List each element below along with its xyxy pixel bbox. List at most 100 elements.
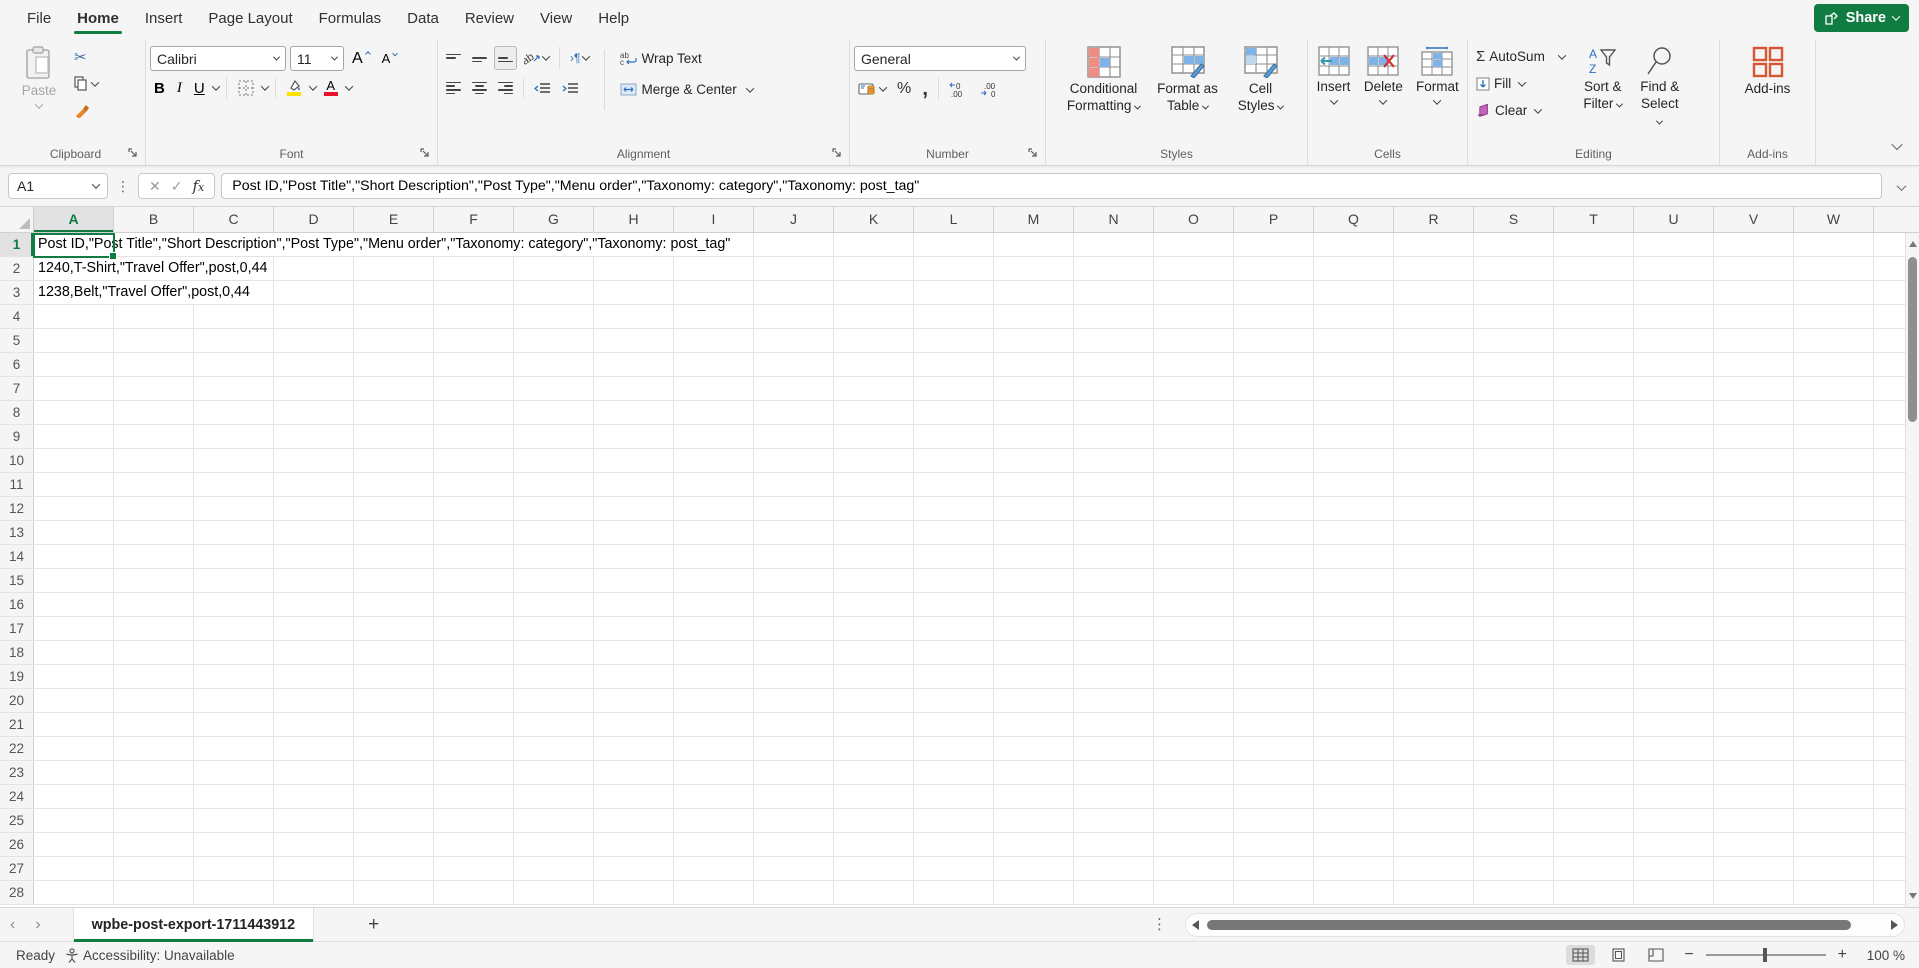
autosum-button[interactable]: Σ AutoSum bbox=[1472, 44, 1569, 69]
increase-font-size-button[interactable]: A bbox=[348, 47, 374, 71]
borders-button[interactable] bbox=[234, 76, 258, 100]
fill-button[interactable]: Fill bbox=[1472, 71, 1569, 96]
row-header-12[interactable]: 12 bbox=[0, 497, 34, 520]
menu-tab-home[interactable]: Home bbox=[64, 2, 132, 35]
grid-cells-row-19[interactable] bbox=[34, 665, 1919, 688]
row-header-10[interactable]: 10 bbox=[0, 449, 34, 472]
underline-button[interactable]: U bbox=[190, 76, 209, 100]
grid-cells-row-12[interactable] bbox=[34, 497, 1919, 520]
scroll-right-icon[interactable] bbox=[1891, 920, 1898, 930]
name-box[interactable]: A1 bbox=[8, 173, 108, 199]
vertical-scrollbar[interactable] bbox=[1905, 233, 1919, 907]
increase-decimal-button[interactable]: 0.00 bbox=[945, 77, 973, 101]
page-break-preview-button[interactable] bbox=[1642, 945, 1670, 965]
next-sheet-button[interactable]: › bbox=[25, 914, 50, 936]
column-header-M[interactable]: M bbox=[994, 207, 1074, 232]
find-select-button[interactable]: Find & Select bbox=[1631, 40, 1689, 136]
row-header-28[interactable]: 28 bbox=[0, 881, 34, 904]
row-header-26[interactable]: 26 bbox=[0, 833, 34, 856]
format-cells-button[interactable]: Format bbox=[1410, 40, 1464, 136]
number-format-select[interactable]: General bbox=[854, 46, 1026, 71]
align-right-button[interactable] bbox=[494, 76, 517, 100]
grid-cells-row-2[interactable]: 1240,T-Shirt,"Travel Offer",post,0,44 bbox=[34, 257, 1919, 280]
format-cells-chevron-icon[interactable] bbox=[1433, 96, 1442, 105]
expand-formula-bar-button[interactable] bbox=[1892, 175, 1911, 198]
fill-color-button[interactable] bbox=[283, 76, 306, 100]
grid-cells-row-13[interactable] bbox=[34, 521, 1919, 544]
grid-cells-row-20[interactable] bbox=[34, 689, 1919, 712]
grid-cells-row-6[interactable] bbox=[34, 353, 1919, 376]
alignment-dialog-launcher[interactable] bbox=[832, 148, 843, 159]
font-size-select[interactable]: 11 bbox=[290, 46, 344, 71]
column-header-N[interactable]: N bbox=[1074, 207, 1154, 232]
vertical-scroll-thumb[interactable] bbox=[1908, 257, 1917, 422]
enter-formula-icon[interactable]: ✓ bbox=[171, 178, 183, 195]
zoom-in-button[interactable]: + bbox=[1834, 946, 1851, 964]
orientation-chevron-icon[interactable] bbox=[541, 52, 551, 61]
column-header-R[interactable]: R bbox=[1394, 207, 1474, 232]
find-select-chevron-icon[interactable] bbox=[1656, 117, 1664, 125]
text-direction-button[interactable]: ›¶ bbox=[566, 46, 593, 70]
italic-button[interactable]: I bbox=[173, 76, 186, 100]
row-header-22[interactable]: 22 bbox=[0, 737, 34, 760]
horizontal-scroll-thumb[interactable] bbox=[1207, 920, 1851, 930]
column-header-T[interactable]: T bbox=[1554, 207, 1634, 232]
column-header-I[interactable]: I bbox=[674, 207, 754, 232]
accounting-chevron-icon[interactable] bbox=[878, 83, 888, 92]
increase-indent-button[interactable] bbox=[558, 76, 583, 100]
borders-chevron-icon[interactable] bbox=[260, 82, 269, 91]
delete-cells-chevron-icon[interactable] bbox=[1379, 96, 1388, 105]
merge-center-chevron-icon[interactable] bbox=[745, 83, 754, 93]
zoom-slider-handle[interactable] bbox=[1763, 948, 1768, 962]
orientation-button[interactable]: ab bbox=[520, 46, 553, 70]
insert-function-icon[interactable]: fx bbox=[192, 177, 204, 195]
text-direction-chevron-icon[interactable] bbox=[582, 52, 591, 61]
row-header-2[interactable]: 2 bbox=[0, 257, 34, 280]
formula-input[interactable]: Post ID,"Post Title","Short Description"… bbox=[221, 173, 1882, 199]
row-header-20[interactable]: 20 bbox=[0, 689, 34, 712]
bottom-align-button[interactable] bbox=[494, 46, 517, 70]
row-header-15[interactable]: 15 bbox=[0, 569, 34, 592]
column-header-B[interactable]: B bbox=[114, 207, 194, 232]
percent-style-button[interactable]: % bbox=[893, 77, 915, 101]
grid-cells-row-3[interactable]: 1238,Belt,"Travel Offer",post,0,44 bbox=[34, 281, 1919, 304]
insert-cells-button[interactable]: Insert bbox=[1311, 40, 1357, 136]
align-center-button[interactable] bbox=[468, 76, 491, 100]
row-header-7[interactable]: 7 bbox=[0, 377, 34, 400]
accounting-format-button[interactable] bbox=[854, 77, 890, 101]
cancel-formula-icon[interactable]: ✕ bbox=[149, 178, 161, 195]
row-header-17[interactable]: 17 bbox=[0, 617, 34, 640]
column-header-H[interactable]: H bbox=[594, 207, 674, 232]
row-header-11[interactable]: 11 bbox=[0, 473, 34, 496]
column-header-S[interactable]: S bbox=[1474, 207, 1554, 232]
share-button[interactable]: Share bbox=[1813, 4, 1909, 32]
grid-cells-row-23[interactable] bbox=[34, 761, 1919, 784]
font-color-chevron-icon[interactable] bbox=[344, 82, 353, 91]
cell-styles-button[interactable]: Cell Styles bbox=[1229, 40, 1293, 136]
row-header-24[interactable]: 24 bbox=[0, 785, 34, 808]
menu-tab-formulas[interactable]: Formulas bbox=[306, 2, 395, 35]
column-header-C[interactable]: C bbox=[194, 207, 274, 232]
grid-cells-row-22[interactable] bbox=[34, 737, 1919, 760]
column-header-L[interactable]: L bbox=[914, 207, 994, 232]
decrease-decimal-button[interactable]: .00 0 bbox=[976, 77, 1004, 101]
middle-align-button[interactable] bbox=[468, 46, 491, 70]
grid-cells-row-8[interactable] bbox=[34, 401, 1919, 424]
grid-cells-row-26[interactable] bbox=[34, 833, 1919, 856]
sort-filter-button[interactable]: AZ Sort & Filter bbox=[1575, 40, 1631, 136]
copy-chevron-icon[interactable] bbox=[90, 77, 100, 87]
font-dialog-launcher[interactable] bbox=[420, 148, 431, 159]
format-as-table-chevron-icon[interactable] bbox=[1201, 102, 1210, 110]
formula-bar-splitter[interactable]: ⋮ bbox=[114, 178, 132, 195]
grid-cells-row-18[interactable] bbox=[34, 641, 1919, 664]
row-header-27[interactable]: 27 bbox=[0, 857, 34, 880]
insert-cells-chevron-icon[interactable] bbox=[1329, 96, 1338, 105]
column-header-V[interactable]: V bbox=[1714, 207, 1794, 232]
column-header-Q[interactable]: Q bbox=[1314, 207, 1394, 232]
grid-body[interactable]: 1 Post ID,"Post Title","Short Description… bbox=[0, 233, 1919, 908]
decrease-font-size-button[interactable]: A bbox=[378, 47, 402, 71]
grid-cells-row-1[interactable]: Post ID,"Post Title","Short Description"… bbox=[34, 233, 1919, 256]
cell-styles-chevron-icon[interactable] bbox=[1277, 102, 1285, 110]
column-header-F[interactable]: F bbox=[434, 207, 514, 232]
bold-button[interactable]: B bbox=[150, 76, 169, 100]
